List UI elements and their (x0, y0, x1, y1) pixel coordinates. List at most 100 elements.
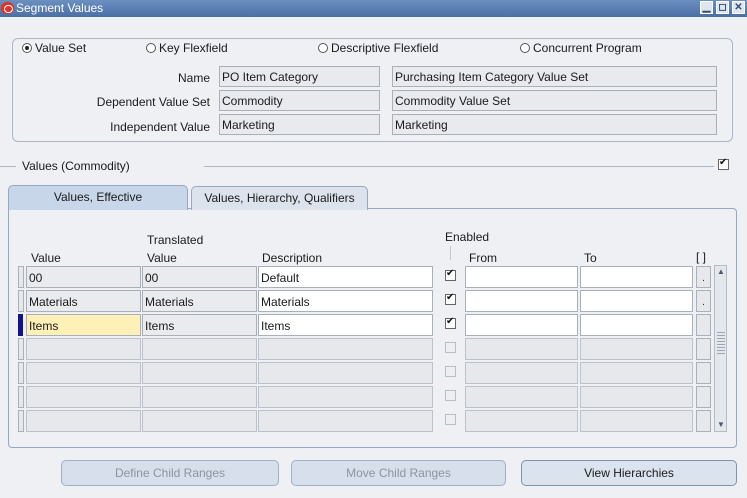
section-divider (204, 166, 714, 167)
translated-value-cell[interactable]: Items (142, 314, 257, 336)
tab-values-effective[interactable]: Values, Effective (8, 185, 188, 210)
radio-label: Value Set (35, 41, 87, 55)
name-field[interactable]: PO Item Category (219, 66, 380, 87)
column-header-from: From (469, 251, 497, 265)
value-cell[interactable] (26, 362, 141, 384)
window-title: Segment Values (16, 1, 104, 15)
enabled-checkbox[interactable] (445, 366, 456, 377)
descriptive-flexfield-cell[interactable] (696, 410, 711, 432)
radio-dot-icon (520, 43, 530, 53)
to-date-cell[interactable] (580, 410, 693, 432)
value-cell[interactable] (26, 410, 141, 432)
from-date-cell[interactable] (465, 314, 578, 336)
from-date-cell[interactable] (465, 266, 578, 288)
to-date-cell[interactable] (580, 338, 693, 360)
radio-key-flexfield[interactable]: Key Flexfield (146, 41, 228, 55)
row-indicator[interactable] (18, 290, 24, 312)
radio-value-set[interactable]: Value Set (22, 41, 86, 55)
enabled-checkbox[interactable] (445, 390, 456, 401)
row-indicator[interactable] (18, 338, 24, 360)
descriptive-flexfield-cell[interactable] (696, 314, 711, 336)
descriptive-flexfield-cell[interactable] (696, 386, 711, 408)
tab-values-hierarchy-qualifiers[interactable]: Values, Hierarchy, Qualifiers (191, 186, 368, 210)
move-child-ranges-button[interactable]: Move Child Ranges (291, 460, 506, 486)
description-cell[interactable]: Items (258, 314, 433, 336)
radio-label: Concurrent Program (533, 41, 642, 55)
column-header-to: To (584, 251, 597, 265)
enabled-checkbox[interactable] (445, 292, 456, 305)
from-date-cell[interactable] (465, 410, 578, 432)
radio-concurrent-program[interactable]: Concurrent Program (520, 41, 642, 55)
description-cell[interactable] (258, 338, 433, 360)
radio-label: Key Flexfield (159, 41, 228, 55)
to-date-cell[interactable] (580, 290, 693, 312)
value-cell[interactable] (26, 338, 141, 360)
column-header-flexfield: [ ] (696, 250, 707, 264)
translated-value-cell[interactable] (142, 386, 257, 408)
from-date-cell[interactable] (465, 386, 578, 408)
translated-value-cell[interactable] (142, 338, 257, 360)
row-indicator[interactable] (18, 386, 24, 408)
descriptive-flexfield-cell[interactable]: . (696, 266, 711, 288)
from-date-cell[interactable] (465, 338, 578, 360)
scroll-grip-icon[interactable] (717, 332, 725, 356)
radio-descriptive-flexfield[interactable]: Descriptive Flexfield (318, 41, 438, 55)
description-cell[interactable] (258, 386, 433, 408)
scroll-up-icon[interactable]: ▲ (716, 267, 726, 277)
description-cell[interactable] (258, 362, 433, 384)
independent-value-label: Independent Value (110, 120, 210, 134)
values-section-checkbox[interactable] (718, 157, 729, 170)
enabled-checkbox[interactable] (445, 316, 456, 329)
to-date-cell[interactable] (580, 266, 693, 288)
minimize-icon[interactable]: ▁ (700, 1, 713, 14)
column-header-description: Description (262, 251, 323, 265)
to-date-cell[interactable] (580, 362, 693, 384)
from-date-cell[interactable] (465, 290, 578, 312)
enabled-checkbox[interactable] (445, 268, 456, 281)
column-header-value: Value (31, 251, 61, 265)
name-description-field[interactable]: Purchasing Item Category Value Set (392, 66, 717, 87)
description-cell[interactable]: Default (258, 266, 433, 288)
scroll-down-icon[interactable]: ▼ (716, 420, 726, 430)
row-indicator[interactable] (18, 266, 24, 288)
close-icon[interactable]: ✕ (732, 1, 745, 14)
row-indicator[interactable] (18, 362, 24, 384)
header-divider (450, 246, 451, 260)
current-row-indicator[interactable] (18, 314, 23, 336)
translated-value-cell[interactable] (142, 362, 257, 384)
value-cell[interactable]: 00 (26, 266, 141, 288)
define-child-ranges-button[interactable]: Define Child Ranges (61, 460, 279, 486)
translated-value-cell[interactable] (142, 410, 257, 432)
independent-description-field[interactable]: Marketing (392, 114, 717, 135)
radio-label: Descriptive Flexfield (331, 41, 439, 55)
column-header-translated: Translated (147, 233, 204, 247)
description-cell[interactable]: Materials (258, 290, 433, 312)
values-section-title: Values (Commodity) (22, 159, 130, 173)
row-indicator[interactable] (18, 410, 24, 432)
descriptive-flexfield-cell[interactable]: . (696, 290, 711, 312)
name-label: Name (177, 71, 210, 85)
title-bar: Segment Values ▁ ◻ ✕ (0, 0, 747, 17)
translated-value-cell[interactable]: 00 (142, 266, 257, 288)
description-cell[interactable] (258, 410, 433, 432)
value-cell[interactable]: Items (26, 314, 141, 336)
value-cell[interactable] (26, 386, 141, 408)
enabled-checkbox[interactable] (445, 342, 456, 353)
independent-value-field[interactable]: Marketing (219, 114, 380, 135)
enabled-checkbox[interactable] (445, 414, 456, 425)
column-header-translated-value: Value (147, 251, 177, 265)
descriptive-flexfield-cell[interactable] (696, 338, 711, 360)
view-hierarchies-button[interactable]: View Hierarchies (521, 460, 737, 486)
vertical-scrollbar[interactable]: ▲ ▼ (714, 265, 727, 432)
to-date-cell[interactable] (580, 386, 693, 408)
restore-icon[interactable]: ◻ (716, 1, 729, 14)
descriptive-flexfield-cell[interactable] (696, 362, 711, 384)
dependent-description-field[interactable]: Commodity Value Set (392, 90, 717, 111)
translated-value-cell[interactable]: Materials (142, 290, 257, 312)
from-date-cell[interactable] (465, 362, 578, 384)
to-date-cell[interactable] (580, 314, 693, 336)
radio-dot-selected-icon (22, 43, 32, 53)
value-cell[interactable]: Materials (26, 290, 141, 312)
dependent-value-set-field[interactable]: Commodity (219, 90, 380, 111)
radio-dot-icon (318, 43, 328, 53)
